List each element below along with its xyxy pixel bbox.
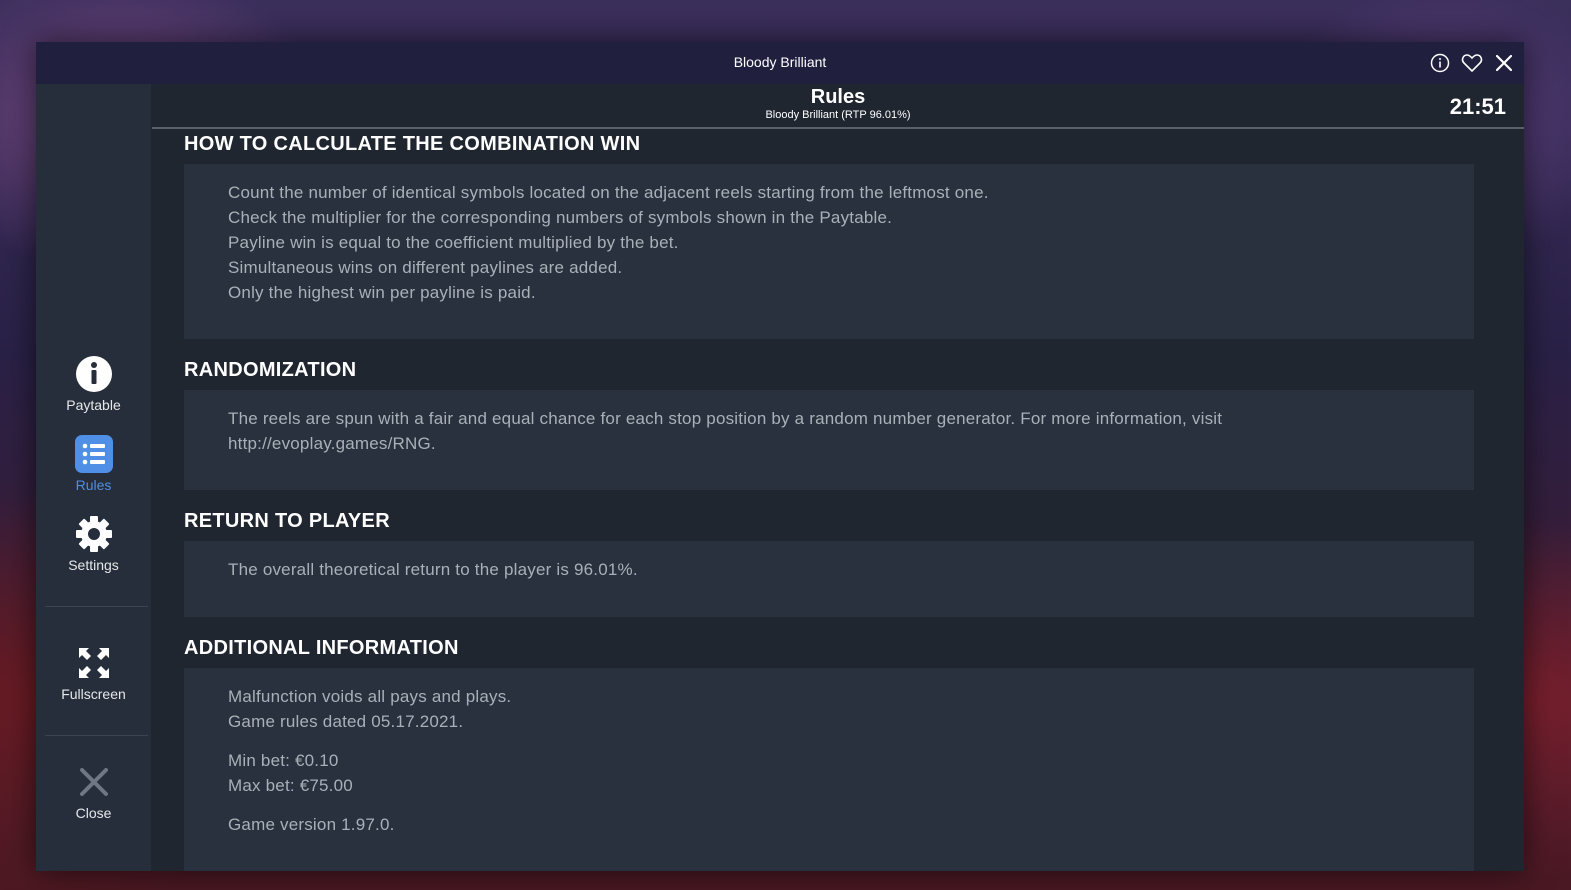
rules-content[interactable]: HOW TO CALCULATE THE COMBINATION WIN Cou…	[152, 129, 1524, 871]
info-icon[interactable]	[1428, 50, 1452, 76]
rule-line: Simultaneous wins on different paylines …	[228, 258, 623, 277]
rule-line: Game rules dated 05.17.2021.	[228, 712, 464, 731]
close-window-icon[interactable]	[1492, 50, 1516, 76]
sidebar-item-label: Close	[75, 805, 112, 821]
section-box-additional: Malfunction voids all pays and plays. Ga…	[184, 668, 1474, 871]
window-title: Bloody Brilliant	[733, 54, 827, 70]
section-title-rtp: RETURN TO PLAYER	[184, 510, 390, 532]
sidebar-item-close[interactable]: Close	[36, 762, 151, 821]
clock: 21:51	[1449, 94, 1506, 119]
sidebar-item-label: Rules	[75, 477, 112, 493]
rng-link[interactable]: http://evoplay.games/RNG.	[228, 431, 1474, 456]
rule-line: Count the number of identical symbols lo…	[228, 183, 989, 202]
min-bet: Min bet: €0.10	[228, 751, 339, 770]
section-title-randomization: RANDOMIZATION	[184, 359, 357, 381]
section-title-additional: ADDITIONAL INFORMATION	[184, 637, 459, 659]
game-version: Game version 1.97.0.	[228, 815, 395, 834]
rule-line: The overall theoretical return to the pl…	[228, 560, 638, 579]
rule-line: Only the highest win per payline is paid…	[228, 283, 536, 302]
sidebar-item-settings[interactable]: Settings	[36, 514, 151, 573]
favorite-heart-icon[interactable]	[1460, 50, 1484, 76]
sidebar-divider	[45, 606, 148, 607]
section-box-combination: Count the number of identical symbols lo…	[184, 164, 1474, 339]
close-icon	[36, 762, 151, 802]
rule-line: The reels are spun with a fair and equal…	[228, 409, 1223, 428]
section-box-randomization: The reels are spun with a fair and equal…	[184, 390, 1474, 490]
sidebar-item-rules[interactable]: Rules	[36, 434, 151, 493]
game-window: Bloody Brilliant Paytable Rules Settings…	[36, 42, 1524, 871]
rule-line: Malfunction voids all pays and plays.	[228, 687, 512, 706]
rule-line: Check the multiplier for the correspondi…	[228, 208, 893, 227]
fullscreen-icon	[36, 643, 151, 683]
page-title: Rules	[810, 86, 866, 108]
section-box-rtp: The overall theoretical return to the pl…	[184, 541, 1474, 617]
sidebar-item-label: Fullscreen	[61, 686, 126, 702]
max-bet: Max bet: €75.00	[228, 776, 353, 795]
rule-line: Payline win is equal to the coefficient …	[228, 233, 679, 252]
section-title-combination: HOW TO CALCULATE THE COMBINATION WIN	[184, 133, 641, 155]
sidebar-item-label: Paytable	[66, 397, 121, 413]
page-subtitle: Bloody Brilliant (RTP 96.01%)	[765, 109, 911, 121]
list-icon	[36, 434, 151, 474]
page-header: Rules Bloody Brilliant (RTP 96.01%) 21:5…	[152, 84, 1524, 129]
info-icon	[36, 354, 151, 394]
sidebar-item-paytable[interactable]: Paytable	[36, 354, 151, 413]
gear-icon	[36, 514, 151, 554]
sidebar-item-fullscreen[interactable]: Fullscreen	[36, 643, 151, 702]
sidebar-item-label: Settings	[68, 557, 119, 573]
sidebar: Paytable Rules Settings Fullscreen Close	[36, 84, 151, 871]
title-bar: Bloody Brilliant	[36, 42, 1524, 84]
sidebar-divider	[45, 735, 148, 736]
